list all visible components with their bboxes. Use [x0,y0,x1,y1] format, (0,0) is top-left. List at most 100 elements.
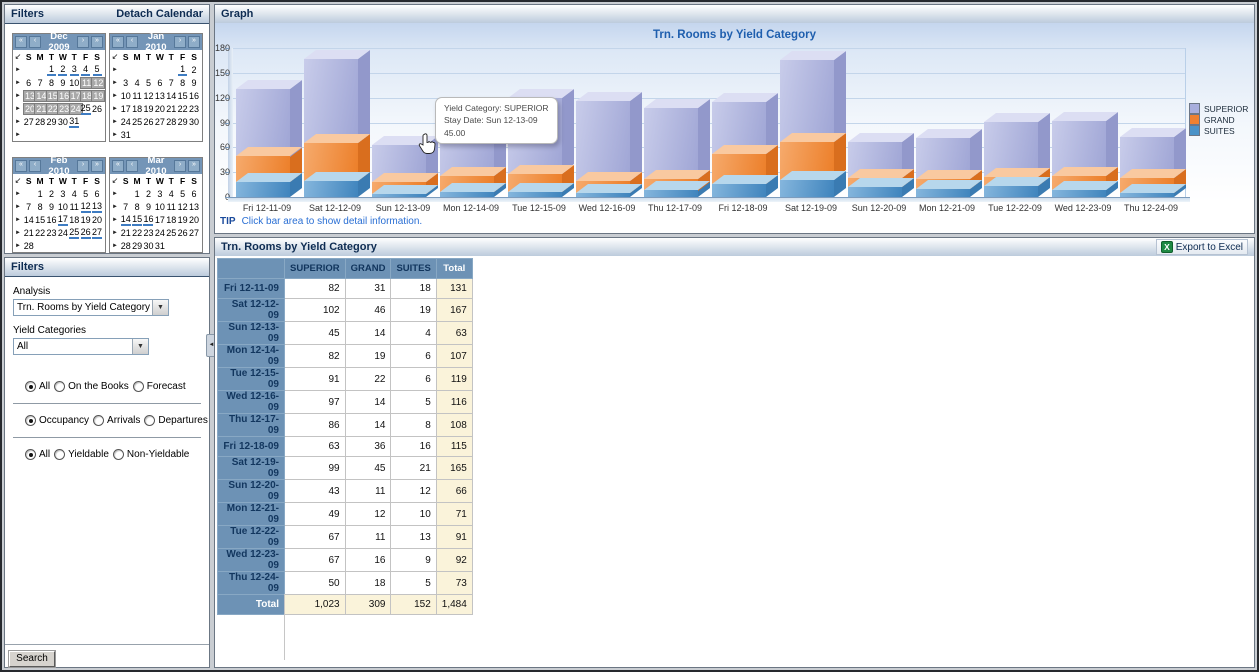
bar-segment-suites[interactable] [984,186,1038,197]
calendar-day[interactable]: 4 [70,189,79,199]
calendar-day[interactable]: 20 [189,215,199,225]
export-to-excel-button[interactable]: X Export to Excel [1156,239,1248,255]
calendar-day-cell[interactable]: 4 [131,78,142,88]
select-all-weeks-icon[interactable]: ↙ [13,52,23,61]
calendar-day[interactable]: 8 [47,78,56,88]
calendar-day-cell[interactable]: 27 [23,117,34,127]
bar-segment-superior[interactable] [780,60,834,142]
bar-segment-suites[interactable] [372,194,426,197]
calendar-day[interactable]: 2 [190,65,199,75]
prev-year-button[interactable]: « [112,160,124,172]
calendar-day-cell[interactable]: 16 [188,91,199,101]
calendar-day[interactable]: 25 [69,227,79,239]
calendar-day-cell[interactable]: 9 [46,202,57,212]
calendar-day[interactable]: 17 [121,104,131,114]
calendar-day[interactable]: 19 [81,215,91,225]
calendar-day[interactable]: 28 [24,241,34,251]
calendar-day-cell[interactable]: 28 [120,241,131,251]
select-all-weeks-icon[interactable]: ↙ [110,176,120,185]
calendar-day[interactable]: 22 [178,104,188,114]
calendar-day-cell[interactable]: 2 [188,65,199,75]
calendar-day-cell[interactable]: 30 [188,117,199,127]
calendar-day-cell[interactable]: 27 [154,117,165,127]
week-select-arrow[interactable]: ► [13,80,23,86]
bar-segment-suites[interactable] [644,190,698,197]
prev-year-button[interactable]: « [15,160,27,172]
calendar-day-cell[interactable]: 15 [34,215,45,225]
calendar-day[interactable]: 27 [189,228,199,238]
week-select-arrow[interactable]: ► [13,204,23,210]
calendar-day[interactable]: 27 [155,117,165,127]
calendar-day[interactable]: 21 [121,228,131,238]
calendar-day-cell[interactable]: 7 [120,202,131,212]
calendar-day-cell[interactable]: 18 [131,104,142,114]
calendar-day[interactable]: 13 [189,202,199,212]
calendar-day-cell[interactable]: 22 [131,228,142,238]
calendar-day[interactable]: 23 [46,228,56,238]
calendar-day[interactable]: 20 [155,104,165,114]
prev-month-button[interactable]: ‹ [126,36,138,48]
calendar-day-cell[interactable]: 3 [57,189,68,199]
calendar-day[interactable]: 31 [69,116,79,128]
calendar-day[interactable]: 27 [92,227,102,239]
calendar-day-cell[interactable]: 5 [80,189,91,199]
bar-segment-superior[interactable] [304,59,358,143]
calendar-day-cell[interactable]: 8 [131,202,142,212]
calendar-day[interactable]: 10 [69,78,79,88]
calendar-day-cell[interactable]: 23 [46,228,57,238]
calendar-day-cell[interactable]: 21 [120,228,131,238]
calendar-day[interactable]: 19 [91,90,105,102]
calendar-day-cell[interactable]: 31 [120,130,131,140]
analysis-dropdown[interactable]: Trn. Rooms by Yield Category ▼ [13,299,169,316]
search-button[interactable]: Search [9,651,55,667]
week-select-arrow[interactable]: ► [110,106,120,112]
calendar-day-cell[interactable]: 13 [188,202,199,212]
calendar-day[interactable]: 5 [178,189,187,199]
calendar-day[interactable]: 28 [121,241,131,251]
calendar-day-cell[interactable]: 5 [143,78,154,88]
calendar-day-cell[interactable]: 27 [188,228,199,238]
calendar-day[interactable]: 25 [132,117,142,127]
calendar-day-cell[interactable]: 8 [46,78,57,88]
radio-option-arrivals[interactable]: Arrivals [93,415,140,426]
calendar-day[interactable]: 3 [155,189,164,199]
calendar-day-cell[interactable]: 11 [166,202,177,212]
calendar-day[interactable]: 15 [35,215,45,225]
calendar-day-cell[interactable]: 28 [34,117,45,127]
calendar-day-cell[interactable]: 12 [80,201,91,213]
calendar-day[interactable]: 30 [189,117,199,127]
calendar-day[interactable]: 5 [81,189,90,199]
calendar-day[interactable]: 10 [58,202,68,212]
week-select-arrow[interactable]: ► [110,217,120,223]
calendar-day-cell[interactable]: 31 [154,241,165,251]
calendar-day[interactable]: 11 [70,202,79,212]
calendar-day-cell[interactable]: 24 [57,228,68,238]
calendar-day-cell[interactable]: 3 [120,78,131,88]
calendar-day[interactable]: 12 [91,77,105,89]
calendar-day[interactable]: 8 [178,78,187,88]
calendar-day[interactable]: 28 [166,117,176,127]
calendar-day[interactable]: 22 [35,228,45,238]
calendar-day-cell[interactable]: 11 [69,202,80,212]
calendar-day[interactable]: 28 [35,117,45,127]
calendar-day-cell[interactable]: 10 [154,202,165,212]
calendar-day[interactable]: 8 [133,202,142,212]
select-all-weeks-icon[interactable]: ↙ [110,52,120,61]
calendar-day[interactable]: 29 [132,241,142,251]
week-select-arrow[interactable]: ► [110,204,120,210]
calendar-day[interactable]: 29 [178,117,188,127]
calendar-day[interactable]: 12 [178,202,188,212]
calendar-day-cell[interactable]: 14 [166,91,177,101]
calendar-day-cell[interactable]: 7 [166,78,177,88]
calendar-day-cell[interactable]: 21 [34,103,45,115]
bar-segment-superior[interactable] [644,108,698,179]
calendar-day-cell[interactable]: 17 [57,214,68,226]
bar-segment-suites[interactable] [1052,190,1106,197]
calendar-day[interactable]: 26 [92,104,102,114]
calendar-day[interactable]: 15 [132,214,142,226]
week-select-arrow[interactable]: ► [13,93,23,99]
calendar-day[interactable]: 1 [36,189,45,199]
calendar-day[interactable]: 7 [167,78,176,88]
calendar-day-cell[interactable]: 22 [177,104,188,114]
calendar-day[interactable]: 4 [81,64,90,76]
